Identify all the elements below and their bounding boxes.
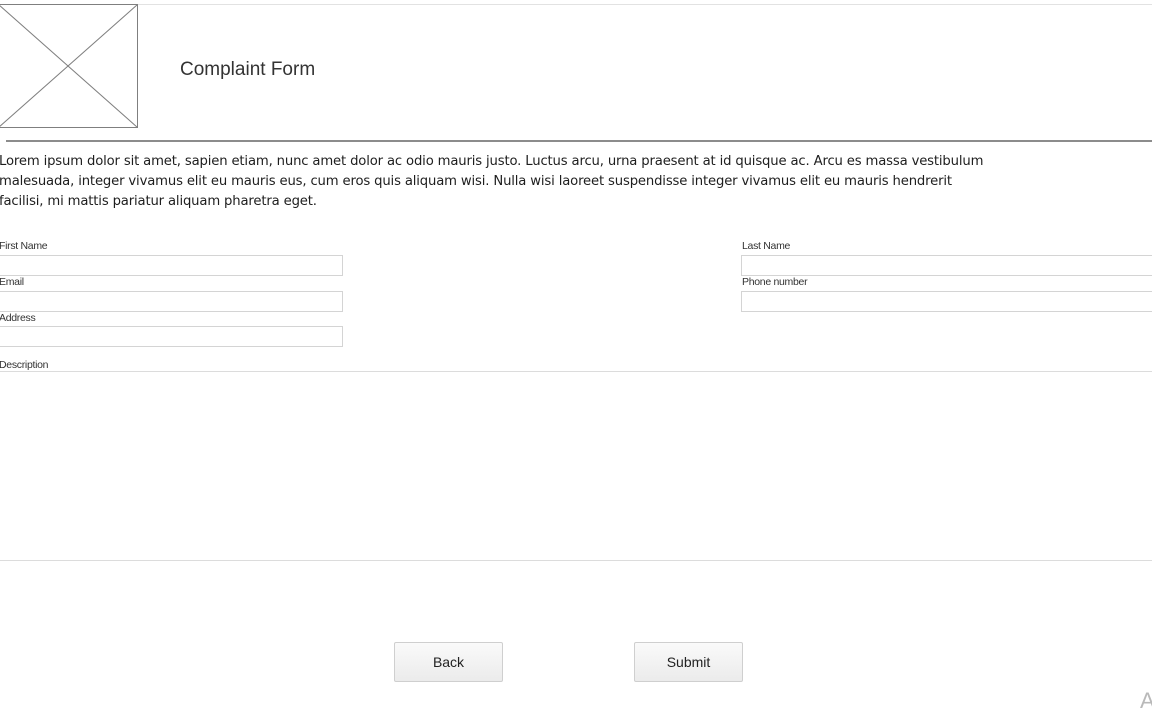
address-input[interactable] bbox=[0, 326, 343, 347]
corner-glyph: A bbox=[1140, 688, 1152, 713]
top-divider bbox=[0, 4, 1152, 5]
header-divider bbox=[6, 140, 1152, 142]
first-name-label: First Name bbox=[0, 240, 48, 252]
intro-line: facilisi, mi mattis pariatur aliquam pha… bbox=[0, 194, 317, 209]
image-placeholder-icon bbox=[0, 4, 138, 128]
intro-line: malesuada, integer vivamus elit eu mauri… bbox=[0, 174, 952, 189]
back-button[interactable]: Back bbox=[394, 642, 503, 682]
page-title: Complaint Form bbox=[180, 59, 316, 80]
email-input[interactable] bbox=[0, 291, 343, 312]
phone-number-input[interactable] bbox=[741, 291, 1152, 312]
address-label: Address bbox=[0, 312, 36, 324]
description-textarea[interactable] bbox=[0, 371, 1152, 561]
last-name-label: Last Name bbox=[742, 240, 791, 252]
last-name-input[interactable] bbox=[741, 255, 1152, 276]
description-label: Description bbox=[0, 359, 49, 371]
email-label: Email bbox=[0, 276, 24, 288]
phone-number-label: Phone number bbox=[742, 276, 808, 288]
submit-button[interactable]: Submit bbox=[634, 642, 743, 682]
first-name-input[interactable] bbox=[0, 255, 343, 276]
intro-line: Lorem ipsum dolor sit amet, sapien etiam… bbox=[0, 154, 984, 169]
intro-paragraph: Lorem ipsum dolor sit amet, sapien etiam… bbox=[0, 152, 1152, 212]
